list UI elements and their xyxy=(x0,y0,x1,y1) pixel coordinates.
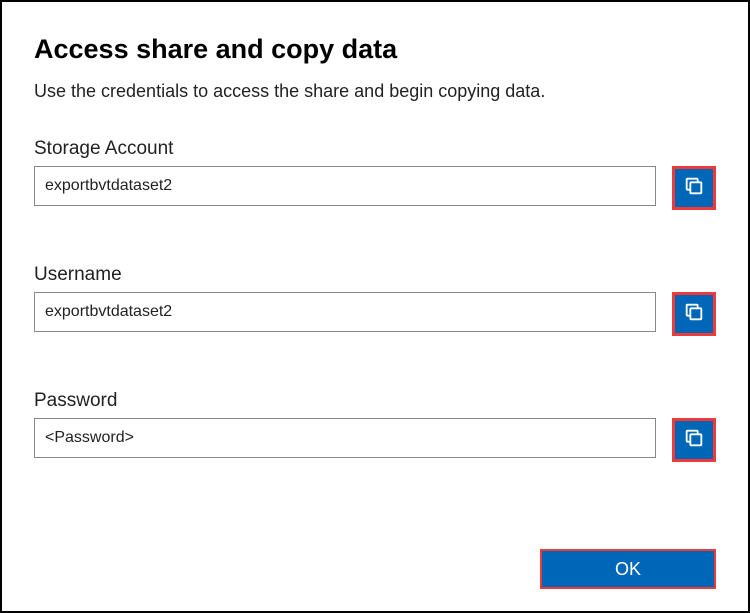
username-row xyxy=(34,292,716,336)
copy-icon xyxy=(683,427,705,454)
storage-account-input[interactable] xyxy=(34,166,656,206)
page-subtitle: Use the credentials to access the share … xyxy=(34,81,716,102)
access-share-panel: Access share and copy data Use the crede… xyxy=(0,0,750,613)
copy-password-button[interactable] xyxy=(672,418,716,462)
password-label: Password xyxy=(34,390,716,412)
storage-account-row xyxy=(34,166,716,210)
page-title: Access share and copy data xyxy=(34,34,716,65)
copy-icon xyxy=(683,301,705,328)
username-input[interactable] xyxy=(34,292,656,332)
password-input[interactable] xyxy=(34,418,656,458)
copy-username-button[interactable] xyxy=(672,292,716,336)
username-label: Username xyxy=(34,264,716,286)
storage-account-label: Storage Account xyxy=(34,138,716,160)
ok-button[interactable]: OK xyxy=(540,549,716,589)
storage-account-group: Storage Account xyxy=(34,138,716,210)
copy-storage-account-button[interactable] xyxy=(672,166,716,210)
copy-icon xyxy=(683,175,705,202)
password-group: Password xyxy=(34,390,716,462)
username-group: Username xyxy=(34,264,716,336)
password-row xyxy=(34,418,716,462)
